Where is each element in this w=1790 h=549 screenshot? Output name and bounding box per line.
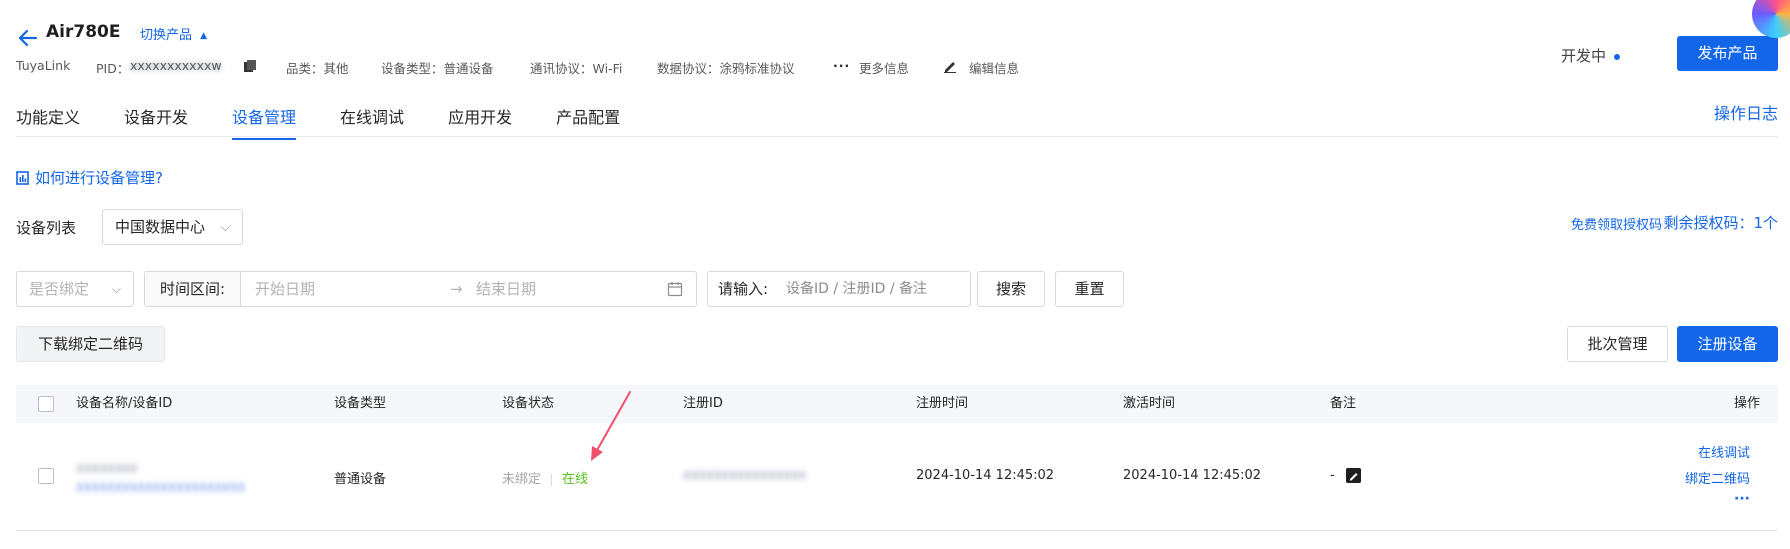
tab-app-development[interactable]: 应用开发 xyxy=(448,104,512,140)
search-field: 请输入: xyxy=(707,271,971,307)
product-title: Air780E xyxy=(46,22,121,42)
help-link[interactable]: 如何进行设备管理? xyxy=(16,167,163,188)
col-device-status: 设备状态 xyxy=(502,396,555,411)
register-device-button[interactable]: 注册设备 xyxy=(1677,326,1778,362)
col-register-time: 注册时间 xyxy=(916,396,969,411)
chevron-down-icon: ⌵ xyxy=(111,282,121,296)
more-info-link[interactable]: 更多信息 xyxy=(859,58,909,77)
region-select-value: 中国数据中心 xyxy=(115,218,206,236)
register-id: xxxxxxxxxxxxxxxx xyxy=(683,468,807,483)
table-header: 设备名称/设备ID 设备类型 设备状态 注册ID 注册时间 激活时间 备注 操作 xyxy=(16,385,1778,423)
switch-product-link[interactable]: 切换产品 ▲ xyxy=(140,24,207,43)
end-date-input[interactable]: 结束日期 xyxy=(476,272,536,306)
row-checkbox[interactable] xyxy=(38,468,54,484)
device-type-info: 设备类型：普通设备 xyxy=(381,61,494,76)
start-date-input[interactable]: 开始日期 xyxy=(255,272,315,306)
device-id-link[interactable]: xxxxxxxxxxxxxxxxxxxxxx xyxy=(76,480,245,495)
app-logo-icon[interactable] xyxy=(1752,0,1790,38)
more-actions-icon[interactable]: ··· xyxy=(1734,491,1750,507)
edit-remark-icon[interactable] xyxy=(1346,468,1361,483)
copy-icon[interactable] xyxy=(243,59,257,73)
switch-product-label: 切换产品 xyxy=(140,28,193,43)
region-select[interactable]: 中国数据中心 ⌵ xyxy=(102,209,243,245)
online-debug-link[interactable]: 在线调试 xyxy=(1698,442,1750,461)
bind-qr-link[interactable]: 绑定二维码 xyxy=(1685,468,1750,487)
tabs-divider xyxy=(16,136,1778,137)
device-type: 普通设备 xyxy=(334,472,387,487)
remark-value: - xyxy=(1330,468,1335,483)
link-type: TuyaLink xyxy=(16,58,71,73)
tab-online-debug[interactable]: 在线调试 xyxy=(340,104,404,140)
col-register-id: 注册ID xyxy=(683,396,723,411)
col-activate-time: 激活时间 xyxy=(1123,396,1176,411)
comm-protocol-info: 通讯协议：Wi-Fi xyxy=(530,61,623,76)
search-label: 请输入: xyxy=(718,280,769,298)
select-all-checkbox[interactable] xyxy=(38,396,54,412)
activate-time: 2024-10-14 12:45:02 xyxy=(1123,468,1262,483)
help-link-label: 如何进行设备管理? xyxy=(35,169,163,187)
col-remark: 备注 xyxy=(1330,396,1357,411)
tab-device-management[interactable]: 设备管理 xyxy=(232,104,297,140)
sort-caret-icon: ▲ xyxy=(200,31,208,41)
free-auth-code-link[interactable]: 免费领取授权码 xyxy=(1571,214,1662,233)
status-dot-icon xyxy=(1614,53,1620,60)
range-arrow-icon: → xyxy=(450,280,463,298)
time-range-label: 时间区间: xyxy=(145,272,241,306)
more-dots-icon[interactable]: ··· xyxy=(833,58,850,73)
time-range-picker[interactable]: 时间区间: 开始日期 → 结束日期 xyxy=(144,271,697,307)
device-status: 未绑定 在线 xyxy=(502,468,588,487)
tab-function-definition[interactable]: 功能定义 xyxy=(16,104,80,140)
tab-device-development[interactable]: 设备开发 xyxy=(124,104,188,140)
document-icon xyxy=(16,170,29,185)
bind-status: 未绑定 xyxy=(502,472,542,487)
tab-product-config[interactable]: 产品配置 xyxy=(556,104,620,140)
chevron-down-icon: ⌵ xyxy=(220,220,230,234)
publish-product-button[interactable]: 发布产品 xyxy=(1677,36,1778,71)
operation-log-link[interactable]: 操作日志 xyxy=(1714,100,1778,124)
data-protocol-info: 数据协议：涂鸦标准协议 xyxy=(657,61,795,76)
reset-button[interactable]: 重置 xyxy=(1055,271,1124,307)
col-operations: 操作 xyxy=(1733,396,1760,411)
row-divider xyxy=(16,530,1778,531)
device-list-label: 设备列表 xyxy=(16,219,77,237)
download-qr-button[interactable]: 下载绑定二维码 xyxy=(16,326,165,362)
product-tabs: 功能定义 设备开发 设备管理 在线调试 应用开发 产品配置 xyxy=(16,104,620,140)
dev-status-label: 开发中 xyxy=(1560,47,1606,65)
edit-pencil-icon[interactable] xyxy=(943,59,957,73)
online-status: 在线 xyxy=(562,472,589,487)
back-arrow-icon[interactable] xyxy=(16,26,40,50)
status-separator xyxy=(551,473,553,486)
category-info: 品类：其他 xyxy=(286,61,349,76)
bind-status-select[interactable]: 是否绑定 ⌵ xyxy=(16,271,134,307)
pid-label: PID： xyxy=(96,61,130,76)
pid-value: xxxxxxxxxxxw xyxy=(130,58,222,73)
dev-status: 开发中 xyxy=(1561,45,1620,66)
col-device-type: 设备类型 xyxy=(334,396,387,411)
bind-status-placeholder: 是否绑定 xyxy=(29,280,90,298)
remaining-auth-code: 剩余授权码：1个 xyxy=(1663,214,1778,232)
device-name: xxxxxxxx xyxy=(76,461,138,476)
col-device-name: 设备名称/设备ID xyxy=(76,396,173,411)
register-time: 2024-10-14 12:45:02 xyxy=(916,468,1055,483)
search-input[interactable] xyxy=(786,273,966,305)
search-button[interactable]: 搜索 xyxy=(977,271,1045,307)
edit-info-link[interactable]: 编辑信息 xyxy=(969,58,1019,77)
calendar-icon xyxy=(667,282,683,297)
batch-manage-button[interactable]: 批次管理 xyxy=(1567,326,1668,362)
